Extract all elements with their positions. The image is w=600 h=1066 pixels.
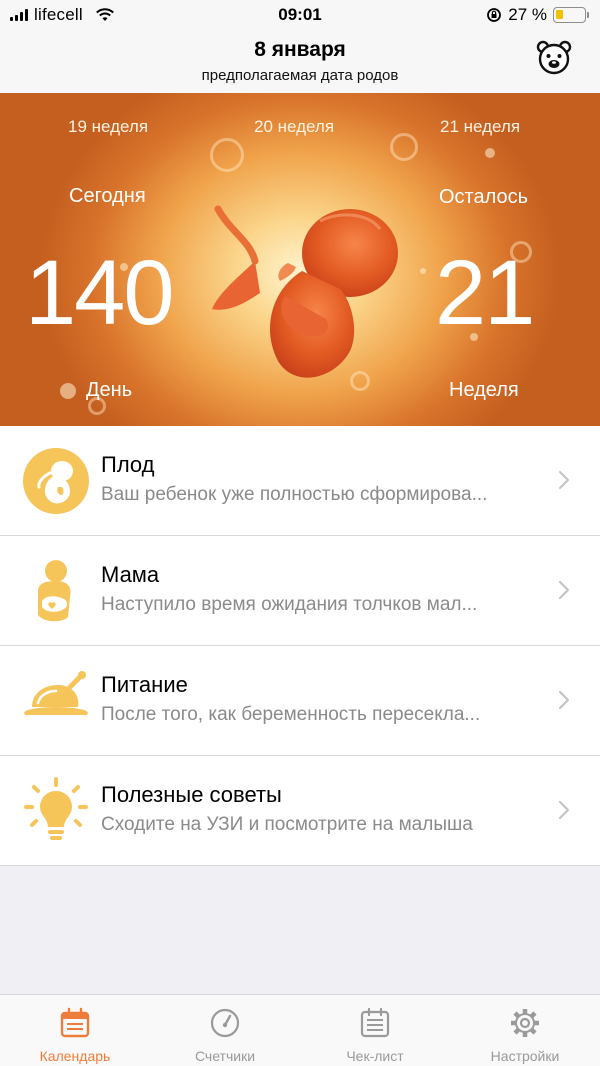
checklist-icon: [360, 1007, 390, 1038]
mother-baby-icon: [38, 560, 71, 622]
info-list: Плод Ваш ребенок уже полностью сформиров…: [0, 426, 600, 866]
week-prev[interactable]: 19 неделя: [68, 117, 148, 137]
tab-label: Счетчики: [194, 1048, 256, 1064]
battery-percent: 27 %: [508, 5, 547, 24]
day-count: 140: [25, 242, 174, 344]
list-item-title: Питание: [101, 672, 188, 697]
tab-counters[interactable]: Счетчики: [150, 995, 300, 1066]
battery-level: [556, 10, 563, 19]
list-item-desc: Ваш ребенок уже полностью сформирова...: [101, 484, 488, 505]
chevron-right-icon: [558, 690, 570, 710]
fetus-icon: [23, 448, 89, 514]
top-bar: lifecell 09:01 27 % 8 января предполагае…: [0, 0, 600, 93]
chevron-right-icon: [558, 580, 570, 600]
tab-calendar[interactable]: Календарь: [0, 995, 150, 1066]
list-item-mother[interactable]: Мама Наступило время ожидания толчков ма…: [0, 536, 600, 646]
roast-chicken-icon: [24, 671, 88, 719]
bokeh-ring: [390, 133, 418, 161]
chevron-right-icon: [558, 470, 570, 490]
due-date-subtitle: предполагаемая дата родов: [201, 67, 399, 84]
battery-icon: [553, 7, 589, 23]
fetus-illustration: [212, 205, 398, 378]
rotation-lock-icon: [487, 8, 502, 22]
list-item-desc: Сходите на УЗИ и посмотрите на малыша: [101, 814, 473, 835]
bokeh-dot: [420, 268, 426, 274]
due-date-title: 8 января: [254, 38, 346, 61]
bokeh-ring: [210, 138, 244, 172]
week-current[interactable]: 20 неделя: [254, 117, 334, 137]
bokeh-dot: [485, 148, 495, 158]
list-item-fetus[interactable]: Плод Ваш ребенок уже полностью сформиров…: [0, 426, 600, 536]
bokeh-dot: [60, 383, 76, 399]
list-item-desc: После того, как беременность пересекла..…: [101, 704, 481, 725]
tab-bar: Календарь Счетчики Чек-лист Настройки: [0, 994, 600, 1066]
nav-header: 8 января предполагаемая дата родов: [0, 32, 600, 92]
tab-label: Настройки: [490, 1048, 560, 1064]
weeks-count: 21: [435, 242, 535, 344]
week-next[interactable]: 21 неделя: [440, 117, 520, 137]
tab-checklist[interactable]: Чек-лист: [300, 995, 450, 1066]
day-label: День: [86, 379, 133, 401]
chevron-right-icon: [558, 800, 570, 820]
list-item-nutrition[interactable]: Питание После того, как беременность пер…: [0, 646, 600, 756]
remaining-label: Осталось: [439, 186, 529, 208]
list-item-desc: Наступило время ожидания толчков мал...: [101, 594, 478, 615]
today-label: Сегодня: [69, 185, 146, 207]
tab-settings[interactable]: Настройки: [450, 995, 600, 1066]
tab-label: Календарь: [39, 1048, 111, 1064]
calendar-icon: [60, 1007, 90, 1038]
list-item-title: Мама: [101, 562, 160, 587]
week-label: Неделя: [449, 379, 519, 401]
lightbulb-icon: [24, 777, 88, 840]
list-item-title: Плод: [101, 452, 155, 477]
status-bar: lifecell 09:01 27 %: [0, 0, 600, 30]
list-item-title: Полезные советы: [101, 782, 282, 807]
pregnancy-hero[interactable]: 19 неделя 20 неделя 21 неделя Сегодня 14…: [0, 93, 600, 426]
status-right: 27 %: [486, 5, 589, 25]
bear-icon[interactable]: [536, 40, 572, 76]
list-item-tips[interactable]: Полезные советы Сходите на УЗИ и посмотр…: [0, 756, 600, 866]
gauge-icon: [210, 1008, 240, 1038]
gear-icon: [511, 1009, 539, 1037]
tab-label: Чек-лист: [346, 1048, 404, 1064]
